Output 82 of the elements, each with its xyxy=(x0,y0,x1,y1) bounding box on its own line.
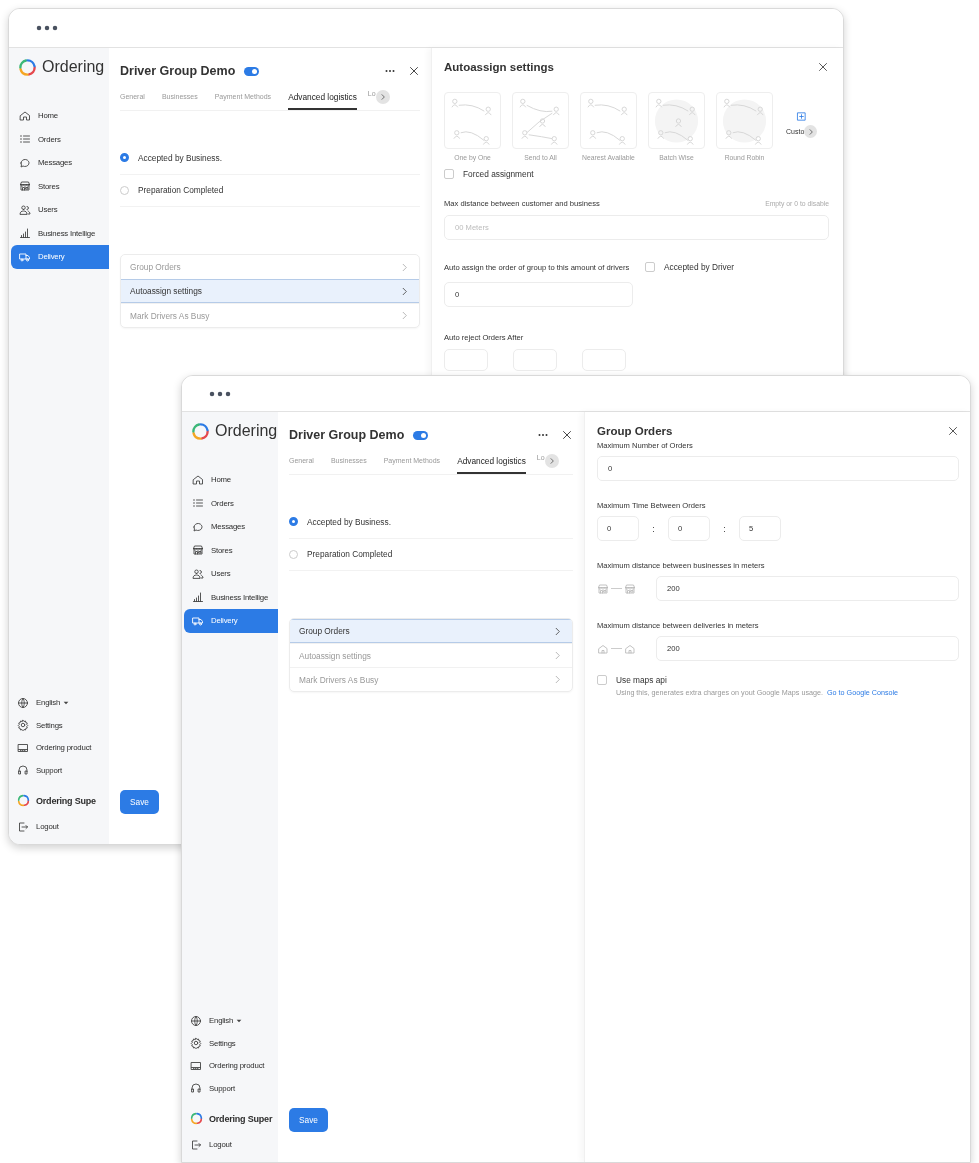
radio-label: Accepted by Business. xyxy=(138,152,222,163)
browser-window-icon xyxy=(190,1059,202,1072)
strategy-card[interactable] xyxy=(716,92,773,149)
panel-title: Driver Group Demo xyxy=(289,428,405,442)
radio-label: Preparation Completed xyxy=(307,549,393,560)
add-icon[interactable] xyxy=(796,111,808,122)
scroll-button[interactable] xyxy=(375,90,390,104)
brand-name: Ordering xyxy=(215,422,278,440)
menu-item[interactable]: Group Orders xyxy=(290,619,572,643)
house-icon xyxy=(624,642,636,655)
strategy-card[interactable] xyxy=(444,92,501,149)
checkbox[interactable] xyxy=(645,262,655,272)
radio-button[interactable] xyxy=(289,549,298,559)
scroll-button[interactable] xyxy=(804,125,818,138)
scroll-button[interactable] xyxy=(544,454,559,468)
account-menu[interactable]: Ordering Supe xyxy=(9,785,109,816)
checkbox-label: Use maps api xyxy=(616,675,668,685)
toggle-switch[interactable] xyxy=(413,430,429,440)
chevron-right-icon xyxy=(547,457,556,465)
settings-icon xyxy=(190,1037,202,1050)
list-icon xyxy=(19,133,31,146)
store-icon xyxy=(624,582,636,595)
logo-icon xyxy=(190,1112,203,1125)
headset-icon xyxy=(17,764,29,777)
checkbox[interactable] xyxy=(597,675,607,685)
strategy-card[interactable] xyxy=(580,92,637,149)
users-icon xyxy=(192,567,204,580)
close-icon[interactable] xyxy=(408,65,420,77)
store-icon xyxy=(192,544,204,557)
time-separator: : xyxy=(722,523,727,534)
users-icon xyxy=(19,203,31,216)
strategy-card[interactable] xyxy=(648,92,705,149)
tab[interactable]: Advanced logistics xyxy=(288,92,357,110)
brand-name: Ordering xyxy=(42,58,105,76)
radio-button[interactable] xyxy=(120,185,129,195)
close-icon[interactable] xyxy=(561,429,573,441)
checkbox-label: Forced assignment xyxy=(463,169,534,179)
tab[interactable]: Advanced logistics xyxy=(457,456,526,474)
connector-line xyxy=(611,588,622,589)
globe-icon xyxy=(190,1014,202,1027)
chat-bubble-icon xyxy=(19,156,31,169)
logo-icon xyxy=(18,57,37,77)
browser-window-icon xyxy=(17,741,29,754)
settings-icon xyxy=(17,719,29,732)
home-icon xyxy=(192,473,204,486)
chat-bubble-icon xyxy=(192,520,204,533)
close-icon[interactable] xyxy=(947,425,959,437)
checkbox[interactable] xyxy=(444,169,454,179)
chevron-right-icon xyxy=(378,93,387,101)
menu-item[interactable]: Autoassign settings xyxy=(121,279,419,303)
house-icon xyxy=(597,642,609,655)
toggle-switch[interactable] xyxy=(244,66,260,76)
truck-icon xyxy=(19,250,31,263)
save-button[interactable]: Save xyxy=(289,1108,328,1132)
close-icon[interactable] xyxy=(817,61,829,73)
time-separator: : xyxy=(651,523,656,534)
store-icon xyxy=(597,582,609,595)
bar-chart-icon xyxy=(19,227,31,240)
bar-chart-icon xyxy=(192,591,204,604)
logout-icon xyxy=(17,820,29,833)
headset-icon xyxy=(190,1082,202,1095)
panel-title: Group Orders xyxy=(597,425,673,437)
radio-button[interactable] xyxy=(289,517,298,527)
logout-icon xyxy=(190,1138,202,1151)
connector-line xyxy=(611,648,622,649)
globe-icon xyxy=(17,696,29,709)
panel-title: Driver Group Demo xyxy=(120,64,236,78)
logo-icon xyxy=(17,794,30,807)
home-icon xyxy=(19,109,31,122)
strategy-card[interactable] xyxy=(512,92,569,149)
store-icon xyxy=(19,180,31,193)
radio-button[interactable] xyxy=(120,153,129,163)
panel-title: Autoassign settings xyxy=(444,61,554,73)
checkbox-label: Accepted by Driver xyxy=(664,262,735,272)
radio-label: Accepted by Business. xyxy=(307,516,391,527)
logo-icon xyxy=(191,421,210,441)
list-icon xyxy=(192,497,204,510)
radio-label: Preparation Completed xyxy=(138,185,224,196)
account-menu[interactable]: Ordering Super xyxy=(182,1103,278,1134)
truck-icon xyxy=(192,614,204,627)
save-button[interactable]: Save xyxy=(120,790,159,814)
chevron-right-icon xyxy=(806,127,815,136)
